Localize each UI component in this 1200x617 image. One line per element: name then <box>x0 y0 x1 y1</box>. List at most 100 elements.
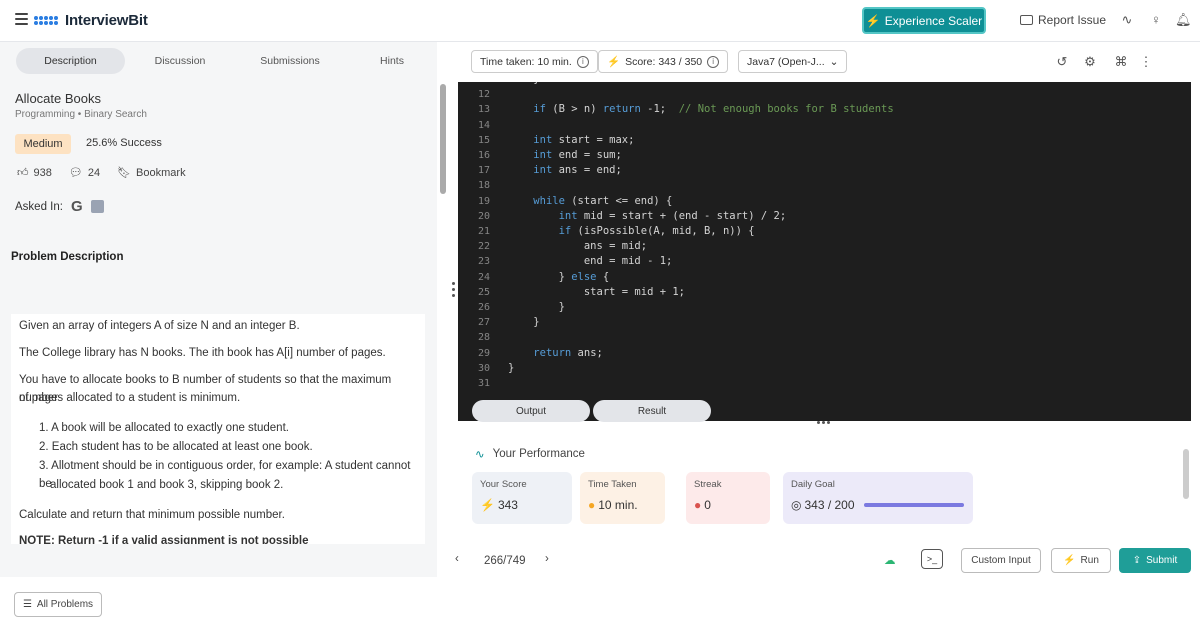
line-number: 28 <box>477 332 490 344</box>
shortcuts-icon[interactable]: ⌘ <box>1113 54 1129 70</box>
line-number: 25 <box>477 286 490 298</box>
line-number: 15 <box>477 134 490 146</box>
code-line[interactable]: int ans = end; <box>508 164 622 176</box>
line-number: 26 <box>477 302 490 313</box>
target-icon: ◎ <box>791 498 802 512</box>
time-taken-card: Time Taken ● 10 min. <box>580 472 665 524</box>
line-number: 22 <box>477 241 490 253</box>
logo[interactable]: InterviewBit <box>34 12 148 29</box>
performance-heading: ∿ Your Performance <box>475 448 585 461</box>
left-scrollbar[interactable] <box>440 84 446 194</box>
section-heading: Problem Description <box>11 251 124 263</box>
line-number: 12 <box>477 89 490 101</box>
problem-panel: Description Discussion Submissions Hints… <box>0 42 437 617</box>
code-line[interactable]: return ans; <box>508 347 603 359</box>
code-line[interactable]: start = mid + 1; <box>508 286 685 298</box>
reset-icon[interactable]: ↺ <box>1054 54 1070 70</box>
bookmark-button[interactable]: 🔖︎ Bookmark <box>117 166 186 180</box>
code-line[interactable]: while (start <= end) { <box>508 195 672 207</box>
terminal-icon[interactable]: >_ <box>921 549 943 569</box>
upload-icon: ⇪ <box>1132 555 1142 566</box>
tab-output[interactable]: Output <box>472 400 590 422</box>
code-line[interactable]: ans = mid; <box>508 240 647 252</box>
score-pill[interactable]: ⚡ Score: 343 / 350 i <box>598 50 729 73</box>
thumbs-up-icon: 👍︎ <box>17 167 29 179</box>
bolt-icon: ⚡ <box>607 56 621 68</box>
line-number: 27 <box>477 317 490 329</box>
tab-hints[interactable]: Hints <box>360 48 424 74</box>
top-bar: InterviewBit ⚡ Experience Scaler Report … <box>0 0 1200 42</box>
editor-resize-handle[interactable] <box>817 421 830 424</box>
code-line[interactable]: int end = sum; <box>508 149 622 161</box>
asked-in: Asked In: G <box>15 198 104 215</box>
tab-submissions[interactable]: Submissions <box>250 48 330 74</box>
bolt-icon: ⚡ <box>865 13 881 28</box>
content-line: The College library has N books. The ith… <box>19 347 386 359</box>
run-button[interactable]: ⚡ Run <box>1051 548 1111 573</box>
chevron-down-icon: ⌄ <box>829 55 839 68</box>
content-line: 1. A book will be allocated to exactly o… <box>39 422 289 434</box>
comments-button[interactable]: 💬︎ 24 <box>69 166 100 180</box>
settings-icon[interactable]: ⚙ <box>1082 54 1098 70</box>
experience-scaler-button[interactable]: ⚡ Experience Scaler <box>862 7 986 34</box>
report-issue-button[interactable]: Report Issue <box>1020 13 1106 27</box>
logo-text: InterviewBit <box>65 12 148 29</box>
line-number: 14 <box>477 119 490 131</box>
line-number: 24 <box>477 271 490 283</box>
clock-icon: ● <box>588 498 596 512</box>
time-taken-pill[interactable]: Time taken: 10 min. i <box>471 50 598 73</box>
code-line[interactable]: } else { <box>508 271 610 283</box>
code-line[interactable]: if (B > n) return -1; // Not enough book… <box>508 103 893 115</box>
code-line[interactable]: } <box>508 316 539 328</box>
tab-description[interactable]: Description <box>16 48 125 74</box>
prev-problem-icon[interactable]: ‹ <box>455 553 459 565</box>
line-number: 16 <box>477 150 490 161</box>
all-problems-button[interactable]: ☰ All Problems <box>14 592 102 617</box>
user-icon[interactable]: ♀ <box>1148 12 1164 28</box>
list-icon: ☰ <box>22 599 32 610</box>
custom-input-button[interactable]: Custom Input <box>961 548 1041 573</box>
code-line[interactable]: } <box>508 301 565 313</box>
content-line: allocated book 1 and book 3, skipping bo… <box>50 479 284 491</box>
content-line: 2. Each student has to be allocated at l… <box>39 441 313 453</box>
logo-mark-icon <box>34 16 62 25</box>
hamburger-menu-icon[interactable] <box>15 13 28 26</box>
success-rate: 25.6% Success <box>86 137 162 149</box>
content-line: NOTE: Return -1 if a valid assignment is… <box>19 535 309 544</box>
problem-content: Given an array of integers A of size N a… <box>11 314 425 544</box>
code-line[interactable]: } <box>508 362 514 374</box>
code-line[interactable]: } <box>508 82 539 85</box>
content-line: of pages allocated to a student is minim… <box>19 392 241 404</box>
code-line[interactable]: int start = max; <box>508 134 634 146</box>
code-editor[interactable]: 11 } 12 13 if (B > n) return -1; // Not en… <box>458 82 1191 421</box>
daily-goal-card: Daily Goal ◎ 343 / 200 <box>783 472 973 524</box>
next-problem-icon[interactable]: › <box>545 553 549 565</box>
panel-resize-handle[interactable] <box>452 282 455 300</box>
line-number: 17 <box>477 165 490 177</box>
streak-card: Streak ● 0 <box>686 472 770 524</box>
problem-tabs: Description Discussion Submissions Hints <box>10 48 430 74</box>
difficulty-badge: Medium <box>15 134 71 154</box>
google-logo-icon[interactable]: G <box>71 198 83 215</box>
tab-result[interactable]: Result <box>593 400 711 422</box>
like-button[interactable]: 👍︎ 938 <box>17 166 52 180</box>
sync-icon[interactable]: ☁ <box>884 553 896 567</box>
right-scrollbar[interactable] <box>1183 449 1189 499</box>
code-line[interactable]: end = mid - 1; <box>508 255 673 267</box>
more-options-icon[interactable]: ⋮ <box>1138 54 1154 70</box>
company-logo-icon[interactable] <box>90 200 104 213</box>
submit-button[interactable]: ⇪ Submit <box>1119 548 1191 573</box>
editor-toolbar: Time taken: 10 min. i ⚡ Score: 343 / 350 i … <box>458 42 1200 82</box>
language-select[interactable]: Java7 (Open-J... ⌄ <box>738 50 848 73</box>
activity-icon[interactable]: ∿ <box>1119 12 1135 28</box>
line-number: 19 <box>477 195 490 207</box>
code-line[interactable]: if (isPossible(A, mid, B, n)) { <box>508 225 755 237</box>
tab-discussion[interactable]: Discussion <box>140 48 220 74</box>
bell-icon[interactable]: 🔔︎ <box>1175 12 1192 28</box>
problem-counter: 266/749 <box>484 555 526 567</box>
line-number: 23 <box>477 256 490 268</box>
bookmark-icon: 🔖︎ <box>117 167 132 179</box>
code-line[interactable]: int mid = start + (end - start) / 2; <box>508 210 787 222</box>
line-number: 11 <box>458 82 490 85</box>
goal-progress-bar <box>863 503 964 507</box>
